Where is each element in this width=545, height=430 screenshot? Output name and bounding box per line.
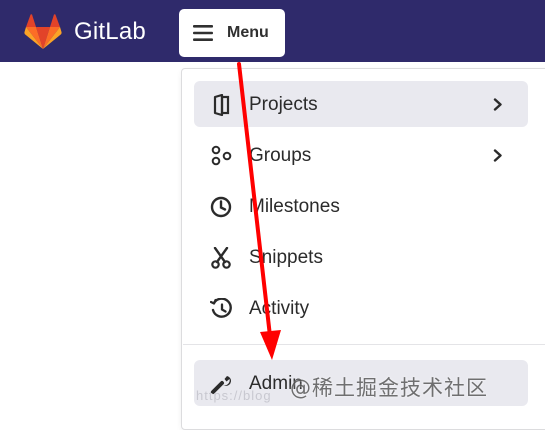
menu-item-groups[interactable]: Groups xyxy=(194,132,528,178)
hamburger-icon xyxy=(193,25,213,41)
chevron-right-icon xyxy=(493,149,502,162)
project-icon xyxy=(213,94,230,116)
group-icon xyxy=(211,145,232,166)
menu-item-snippets[interactable]: Snippets xyxy=(194,234,528,280)
menu-item-activity[interactable]: Activity xyxy=(194,285,528,331)
menu-divider xyxy=(183,344,545,345)
chevron-right-icon xyxy=(493,98,502,111)
menu-item-label: Snippets xyxy=(249,247,323,268)
menu-item-label: Groups xyxy=(249,145,312,166)
menu-button[interactable]: Menu xyxy=(179,9,285,57)
app-name: GitLab xyxy=(74,18,146,45)
menu-item-label: Activity xyxy=(249,298,310,319)
scissors-icon xyxy=(211,247,231,269)
gitlab-logo-icon xyxy=(24,14,62,49)
watermark-text: @稀土掘金技术社区 xyxy=(290,376,488,400)
history-icon xyxy=(210,298,232,318)
menu-item-projects[interactable]: Projects xyxy=(194,81,528,127)
watermark-faint-text: https://blog xyxy=(196,388,272,403)
clock-icon xyxy=(210,196,232,218)
gitlab-brand[interactable]: GitLab xyxy=(24,14,146,50)
menu-item-label: Projects xyxy=(249,94,318,115)
menu-button-label: Menu xyxy=(227,24,269,41)
menu-item-milestones[interactable]: Milestones xyxy=(194,183,528,229)
menu-item-label: Milestones xyxy=(249,196,340,217)
top-navigation-bar: GitLab Menu xyxy=(0,0,545,62)
